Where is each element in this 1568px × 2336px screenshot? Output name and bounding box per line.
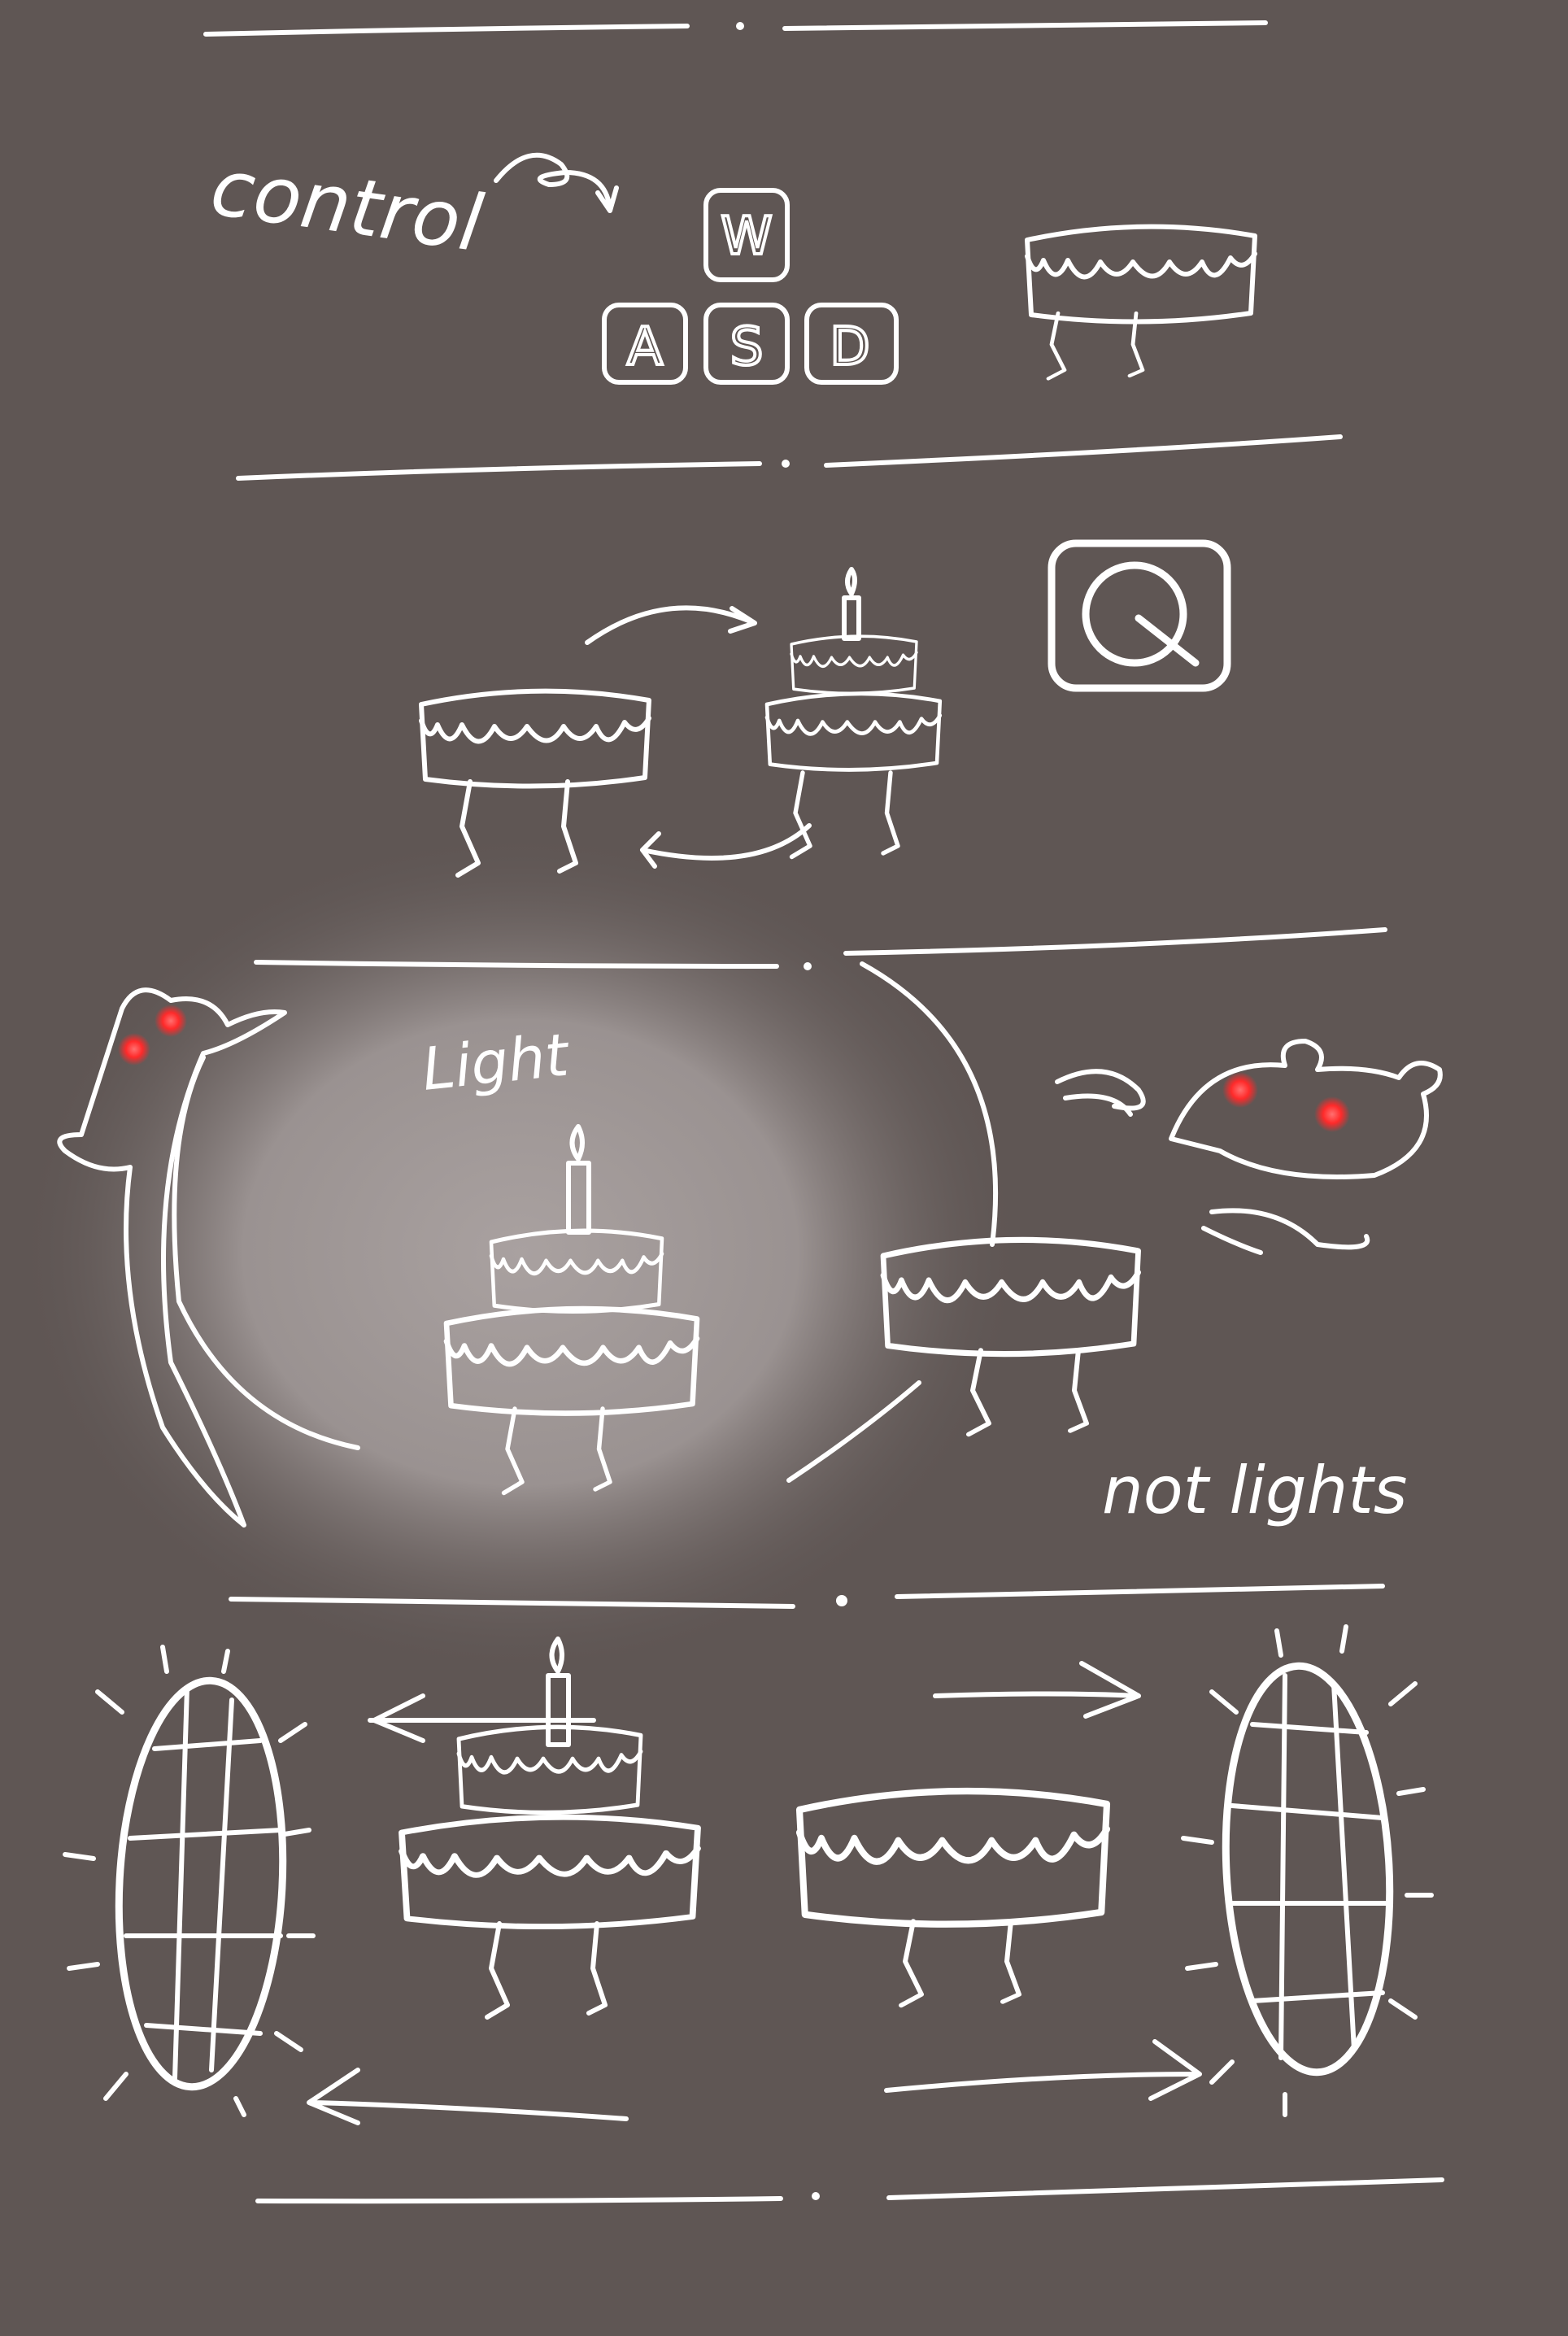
rat-icon	[1055, 1039, 1443, 1255]
arrow-icon	[494, 152, 619, 213]
svg-text:A: A	[627, 317, 663, 377]
portal-icon	[63, 1645, 316, 2117]
arrow-icon	[585, 605, 757, 645]
key-a[interactable]: A	[602, 303, 688, 385]
portal-icon	[1181, 1624, 1434, 2117]
arrow-icon	[307, 2068, 629, 2125]
controls-title: control	[206, 142, 489, 270]
key-s[interactable]: S	[703, 303, 790, 385]
divider-5	[255, 2177, 1444, 2204]
cake-icon	[402, 1637, 698, 2017]
cake-icon	[799, 1791, 1107, 2005]
light-glow	[16, 830, 1025, 1676]
arrow-icon	[884, 2039, 1202, 2101]
instruction-sheet: control W A S D Q Light not lights	[0, 0, 1444, 2204]
svg-text:S: S	[730, 317, 764, 377]
dark-label: not lights	[1102, 1453, 1407, 1528]
svg-text:W: W	[721, 207, 772, 267]
candle-icon	[842, 567, 861, 641]
cake-icon	[1027, 227, 1255, 379]
arrow-icon	[933, 1661, 1141, 1719]
svg-text:D: D	[830, 317, 869, 377]
divider-1	[203, 20, 1268, 37]
key-q[interactable]: Q	[0, 0, 1231, 692]
key-d[interactable]: D	[804, 303, 899, 385]
cake-icon	[767, 567, 940, 857]
key-w[interactable]: W	[703, 188, 790, 282]
divider-2	[236, 434, 1343, 481]
